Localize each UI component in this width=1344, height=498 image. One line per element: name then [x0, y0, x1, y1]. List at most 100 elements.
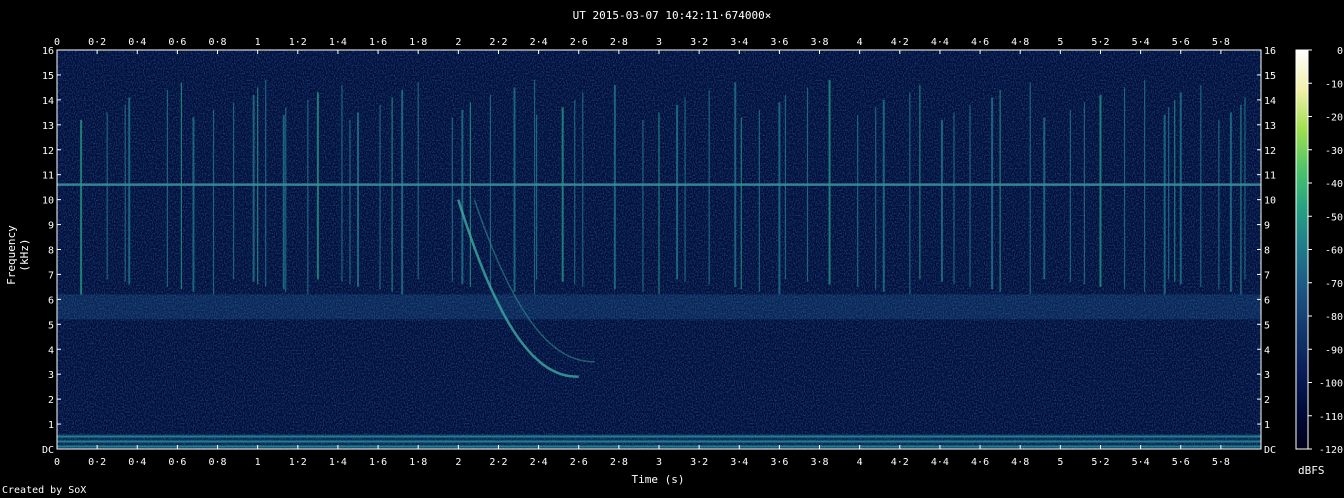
x-tick-label-bottom: 0·6 [168, 457, 186, 468]
y-tick-label-right: 7 [1264, 270, 1270, 281]
colorbar-tick-label: -110 [1319, 412, 1343, 423]
footer-credit: Created by SoX [2, 485, 87, 496]
y-tick-label-left: 10 [42, 196, 54, 207]
y-axis-label: Frequency (kHz) [5, 225, 31, 285]
y-tick-label-left: 16 [42, 46, 54, 57]
colorbar-tick-label: -50 [1325, 212, 1343, 223]
x-tick-label-top: 1·8 [409, 37, 427, 48]
colorbar-tick-label: -90 [1325, 345, 1343, 356]
x-tick-label-top: 2·2 [489, 37, 507, 48]
y-tick-label-right: 10 [1264, 196, 1276, 207]
colorbar-tick-label: -120 [1319, 445, 1343, 456]
x-tick-label-top: 1·6 [369, 37, 387, 48]
x-tick-label-top: 1·2 [289, 37, 307, 48]
x-tick-label-bottom: 5·8 [1212, 457, 1230, 468]
x-tick-label-top: 1 [255, 37, 261, 48]
x-tick-label-bottom: 1·4 [329, 457, 347, 468]
y-tick-label-right: 14 [1264, 96, 1276, 107]
x-tick-label-bottom: 0·2 [88, 457, 106, 468]
y-tick-label-left: 4 [48, 345, 54, 356]
x-tick-label-bottom: 4·2 [891, 457, 909, 468]
x-tick-label-top: 4 [857, 37, 863, 48]
colorbar-tick-label: -100 [1319, 379, 1343, 390]
x-tick-label-bottom: 1·6 [369, 457, 387, 468]
x-tick-label-top: 3·2 [690, 37, 708, 48]
colorbar-tick-label: -10 [1325, 79, 1343, 90]
y-tick-label-left: 12 [42, 146, 54, 157]
colorbar-tick-label: -80 [1325, 312, 1343, 323]
x-tick-label-top: 5·6 [1172, 37, 1190, 48]
y-tick-label-right: 15 [1264, 71, 1276, 82]
colorbar-ticks: 0 -10 -20 -30 -40 -50 -60 -70 -80 -90 -100 -110 -120 [1308, 46, 1343, 456]
y-tick-label-left: 3 [48, 370, 54, 381]
x-tick-label-top: 0·2 [88, 37, 106, 48]
x-tick-label-bottom: 2·4 [530, 457, 548, 468]
x-tick-label-bottom: 3 [656, 457, 662, 468]
y-tick-label-left: 6 [48, 295, 54, 306]
x-tick-label-top: 5·8 [1212, 37, 1230, 48]
colorbar-label: dBFS [1298, 464, 1325, 477]
y-tick-label-left: 7 [48, 270, 54, 281]
x-tick-label-bottom: 5·6 [1172, 457, 1190, 468]
y-tick-label-right: 1 [1264, 420, 1270, 431]
x-tick-label-top: 2·6 [570, 37, 588, 48]
x-tick-label-top: 4·4 [931, 37, 949, 48]
y-tick-label-right: 12 [1264, 146, 1276, 157]
x-tick-label-top: 3 [656, 37, 662, 48]
x-tick-label-bottom: 3·2 [690, 457, 708, 468]
y-tick-label-right: 8 [1264, 246, 1270, 257]
x-tick-label-top: 0 [54, 37, 60, 48]
colorbar-tick-label: -60 [1325, 246, 1343, 257]
x-tick-label-bottom: 0 [54, 457, 60, 468]
x-tick-label-bottom: 3·4 [730, 457, 748, 468]
spectrogram-chart: 0 0·2 0·4 0·6 0·8 1 1·2 1·4 1·6 1·8 2 2·2 2·4 2·6 2·8 3… [42, 37, 1343, 468]
y-tick-label-left: 13 [42, 121, 54, 132]
x-tick-label-bottom: 0·8 [209, 457, 227, 468]
x-tick-label-bottom: 0·4 [128, 457, 146, 468]
x-tick-label-top: 4·2 [891, 37, 909, 48]
x-tick-label-bottom: 5·2 [1091, 457, 1109, 468]
x-tick-label-bottom: 4·8 [1011, 457, 1029, 468]
x-tick-label-bottom: 5·4 [1132, 457, 1150, 468]
x-tick-label-bottom: 3·8 [811, 457, 829, 468]
x-tick-label-top: 4·8 [1011, 37, 1029, 48]
y-tick-label-left: 1 [48, 420, 54, 431]
y-tick-label-left: 9 [48, 221, 54, 232]
y-tick-label-right: 9 [1264, 221, 1270, 232]
colorbar-tick-label: -30 [1325, 146, 1343, 157]
x-tick-label-top: 2·8 [610, 37, 628, 48]
x-tick-label-top: 2 [455, 37, 461, 48]
y-tick-label-left: DC [42, 445, 54, 456]
colorbar-tick-label: -20 [1325, 113, 1343, 124]
x-tick-label-top: 1·4 [329, 37, 347, 48]
x-tick-label-top: 5·4 [1132, 37, 1150, 48]
x-tick-label-bottom: 2·6 [570, 457, 588, 468]
x-tick-label-bottom: 2 [455, 457, 461, 468]
x-tick-label-bottom: 4·4 [931, 457, 949, 468]
x-tick-label-top: 0·6 [168, 37, 186, 48]
x-tick-label-bottom: 4·6 [971, 457, 989, 468]
x-tick-label-top: 5 [1057, 37, 1063, 48]
x-tick-label-top: 4·6 [971, 37, 989, 48]
x-tick-label-bottom: 3·6 [770, 457, 788, 468]
colorbar [1296, 50, 1308, 449]
x-tick-label-top: 5·2 [1091, 37, 1109, 48]
noise-texture [57, 50, 1261, 449]
y-tick-label-left: 14 [42, 96, 54, 107]
colorbar-tick-label: -70 [1325, 279, 1343, 290]
x-tick-label-top: 0·4 [128, 37, 146, 48]
x-tick-label-top: 3·6 [770, 37, 788, 48]
x-tick-label-bottom: 2·8 [610, 457, 628, 468]
x-tick-label-bottom: 4 [857, 457, 863, 468]
y-tick-label-right: 16 [1264, 46, 1276, 57]
y-tick-label-left: 5 [48, 320, 54, 331]
x-tick-label-top: 2·4 [530, 37, 548, 48]
x-tick-label-bottom: 5 [1057, 457, 1063, 468]
x-tick-label-bottom: 1·8 [409, 457, 427, 468]
x-tick-label-bottom: 2·2 [489, 457, 507, 468]
x-tick-label-top: 0·8 [209, 37, 227, 48]
y-tick-label-left: 2 [48, 395, 54, 406]
y-tick-label-right: 3 [1264, 370, 1270, 381]
y-tick-label-right: DC [1264, 445, 1276, 456]
colorbar-tick-label: -40 [1325, 179, 1343, 190]
